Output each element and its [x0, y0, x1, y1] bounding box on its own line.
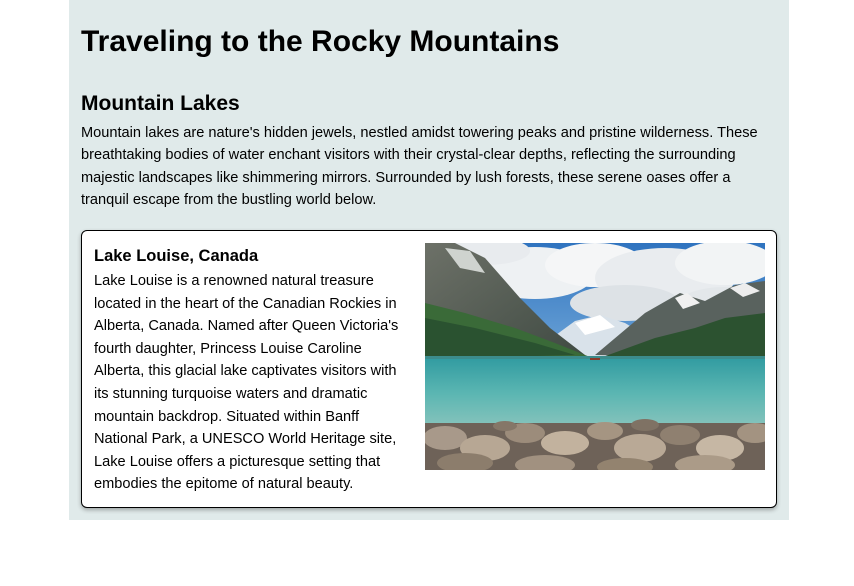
card-description: Lake Louise is a renowned natural treasu… — [94, 273, 399, 493]
card-title: Lake Louise, Canada — [94, 247, 259, 265]
lake-photo — [425, 243, 765, 470]
page-container: Traveling to the Rocky Mountains Mountai… — [69, 0, 789, 520]
section-intro: Mountain lakes are nature's hidden jewel… — [81, 125, 758, 209]
lake-card: Lake Louise, Canada Lake Louise is a ren… — [81, 230, 777, 508]
section-title: Mountain Lakes — [81, 92, 240, 115]
page-title: Traveling to the Rocky Mountains — [81, 25, 560, 58]
